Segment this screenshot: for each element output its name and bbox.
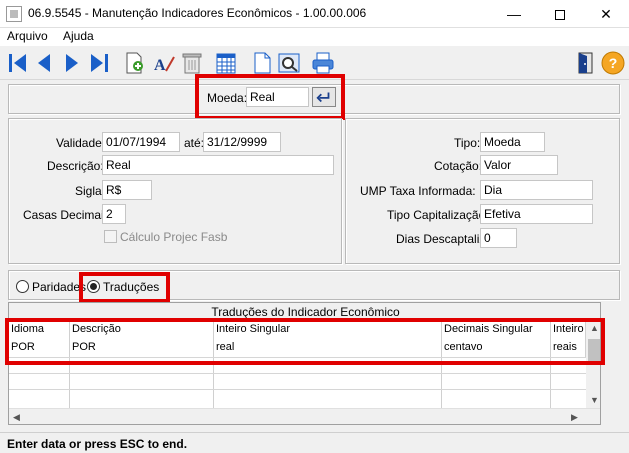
ump-taxa-field[interactable]: Dia: [480, 180, 593, 200]
vertical-scroll-thumb[interactable]: [588, 339, 600, 361]
cotacao-field[interactable]: Valor: [480, 155, 558, 175]
tipo-label: Tipo:: [454, 136, 481, 150]
cell-descricao[interactable]: POR: [70, 339, 214, 357]
column-header-idioma[interactable]: Idioma: [9, 321, 70, 339]
ate-label: até:: [184, 136, 205, 150]
last-icon: [91, 54, 108, 72]
tipo-capitalizacao-label: Tipo Capitalização:: [387, 208, 489, 222]
menu-ajuda[interactable]: Ajuda: [63, 29, 94, 43]
moeda-enter-button[interactable]: [312, 87, 336, 107]
tipo-capitalizacao-field[interactable]: Efetiva: [480, 204, 593, 224]
descricao-label: Descrição:: [47, 159, 104, 173]
preview-icon: [278, 53, 300, 73]
dias-descaptaliz-label: Dias Descaptaliz:: [396, 232, 489, 246]
horizontal-scrollbar[interactable]: ◀ ▶: [9, 408, 600, 424]
previous-icon: [38, 54, 50, 72]
paridades-label: Paridades: [32, 280, 87, 294]
calendar-icon: [216, 53, 236, 74]
traducoes-grid: Traduções do Indicador Econômico Idioma …: [8, 302, 601, 425]
exit-icon: [578, 52, 593, 74]
help-button[interactable]: ?: [601, 51, 625, 75]
close-icon: ✕: [600, 6, 612, 22]
descricao-field[interactable]: Real: [102, 155, 334, 175]
toolbar: A ?: [0, 46, 629, 80]
cell-inteiro-singular[interactable]: real: [214, 339, 442, 357]
paridades-radio[interactable]: [16, 280, 29, 293]
first-icon: [9, 54, 26, 72]
next-icon: [66, 54, 78, 72]
casas-decimais-field[interactable]: 2: [102, 204, 126, 224]
print-icon: [312, 52, 334, 74]
column-header-decimais-singular[interactable]: Decimais Singular: [442, 321, 551, 339]
tipo-field[interactable]: Moeda: [480, 132, 545, 152]
calculo-projec-label: Cálculo Projec Fasb: [120, 230, 228, 244]
sigla-field[interactable]: R$: [102, 180, 152, 200]
sigla-label: Sigla:: [75, 184, 106, 198]
validade-to-field[interactable]: 31/12/9999: [203, 132, 281, 152]
row-divider: [9, 373, 586, 374]
cotacao-label: Cotação:: [434, 159, 483, 173]
app-icon: [6, 6, 22, 22]
cell-decimais-singular[interactable]: centavo: [442, 339, 551, 357]
maximize-button[interactable]: [537, 0, 583, 28]
traducoes-label: Traduções: [103, 280, 160, 294]
moeda-field[interactable]: Real: [246, 87, 309, 107]
first-record-button[interactable]: [6, 51, 30, 75]
next-record-button[interactable]: [60, 51, 84, 75]
calendar-button[interactable]: [214, 51, 238, 75]
grid-title: Traduções do Indicador Econômico: [9, 303, 600, 321]
exit-button[interactable]: [574, 51, 598, 75]
column-header-descricao[interactable]: Descrição: [70, 321, 214, 339]
scroll-right-icon[interactable]: ▶: [571, 412, 578, 423]
last-record-button[interactable]: [87, 51, 111, 75]
empty-cell[interactable]: [9, 373, 70, 408]
validade-label: Validade:: [56, 136, 106, 150]
empty-cell[interactable]: [214, 373, 442, 408]
help-icon: ?: [601, 51, 625, 75]
svg-text:?: ?: [609, 55, 618, 71]
vertical-scrollbar[interactable]: ▲ ▼: [586, 321, 600, 408]
delete-record-button[interactable]: [180, 51, 204, 75]
scroll-up-icon[interactable]: ▲: [590, 323, 599, 333]
edit-record-button[interactable]: A: [152, 51, 176, 75]
moeda-label: Moeda:: [207, 91, 248, 105]
edit-icon: A: [154, 56, 175, 74]
column-header-inteiro-singular[interactable]: Inteiro Singular: [214, 321, 442, 339]
status-message: Enter data or press ESC to end.: [7, 437, 188, 451]
row-divider: [9, 389, 586, 390]
delete-icon: [182, 53, 202, 74]
menu-arquivo[interactable]: Arquivo: [7, 29, 48, 43]
close-button[interactable]: ✕: [583, 0, 629, 28]
scroll-down-icon[interactable]: ▼: [590, 395, 599, 405]
row-divider: [9, 357, 586, 358]
title-bar: 06.9.5545 - Manutenção Indicadores Econô…: [0, 0, 629, 28]
status-bar: Enter data or press ESC to end.: [0, 432, 629, 453]
document-icon: [254, 52, 271, 74]
scroll-left-icon[interactable]: ◀: [13, 412, 20, 423]
minimize-button[interactable]: —: [491, 0, 537, 28]
preview-button[interactable]: [277, 51, 301, 75]
ump-taxa-label: UMP Taxa Informada:: [360, 184, 476, 198]
enter-icon: [316, 92, 330, 103]
dias-descaptaliz-field[interactable]: 0: [480, 228, 517, 248]
empty-cell[interactable]: [70, 373, 214, 408]
validade-from-field[interactable]: 01/07/1994: [102, 132, 180, 152]
cell-inteiro[interactable]: reais: [551, 339, 586, 357]
svg-text:A: A: [154, 57, 166, 74]
document-button[interactable]: [250, 51, 274, 75]
casas-decimais-label: Casas Decimais:: [23, 208, 114, 222]
menu-bar: Arquivo Ajuda: [0, 28, 629, 46]
minimize-icon: —: [507, 6, 521, 22]
traducoes-radio[interactable]: [87, 280, 100, 293]
previous-record-button[interactable]: [32, 51, 56, 75]
column-header-inteiro[interactable]: Inteiro: [551, 321, 586, 339]
maximize-icon: [555, 10, 565, 21]
cell-idioma[interactable]: POR: [9, 339, 70, 357]
new-record-icon: [126, 52, 143, 74]
print-button[interactable]: [311, 51, 335, 75]
empty-cell[interactable]: [442, 373, 551, 408]
window-title: 06.9.5545 - Manutenção Indicadores Econô…: [28, 6, 367, 20]
calculo-projec-checkbox[interactable]: [104, 230, 117, 243]
new-record-button[interactable]: [122, 51, 146, 75]
